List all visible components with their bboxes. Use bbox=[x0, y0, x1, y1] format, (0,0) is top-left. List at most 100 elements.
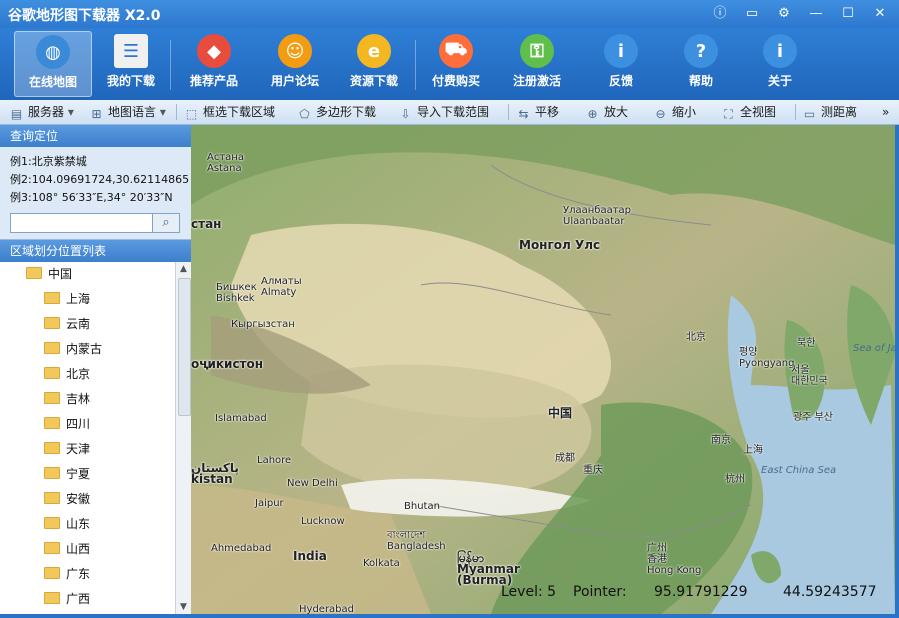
tree-scrollbar[interactable]: ▲ ▼ bbox=[175, 262, 191, 614]
main-toolbar: ◍ 在线地图 ☰ 我的下载 ◆ 推荐产品 ☺ 用户论坛 e 资源下载 ⛟ 付费购买 ⚿ 注册激活 i 反馈? 帮… bbox=[0, 28, 899, 100]
tree-item[interactable]: 安徽 bbox=[0, 487, 191, 512]
toolbar-globe-button[interactable]: ◍ 在线地图 bbox=[14, 31, 92, 97]
command-bar: ▤ 服务器 ▾ ⊞ 地图语言 ▾ ⬚ 框选下载区域 ⬠ 多边形下载 ⇩ 导入下载范围 ⇆ 平移 ⊕ 放大 ⊖… bbox=[0, 100, 899, 125]
zoom-level: Level: 5 bbox=[501, 584, 557, 600]
scroll-thumb[interactable] bbox=[178, 278, 191, 416]
folder-icon bbox=[44, 367, 60, 379]
folder-icon bbox=[44, 292, 60, 304]
tree-item[interactable]: 上海 bbox=[0, 287, 191, 312]
search-input[interactable] bbox=[11, 214, 152, 230]
box-select-icon: ⬚ bbox=[185, 107, 198, 121]
cmd-label: 测距离 bbox=[821, 105, 858, 119]
tree-item[interactable]: 四川 bbox=[0, 412, 191, 437]
search-box: ⌕ bbox=[10, 213, 180, 233]
query-panel-title: 查询定位 bbox=[0, 125, 191, 147]
settings-icon[interactable]: ⚙ bbox=[771, 4, 797, 24]
toolbar-key-button[interactable]: ⚿ 注册激活 bbox=[499, 31, 575, 95]
map-view[interactable]: Астана Astana стан Улаанбаатар Ulaanbaatar… bbox=[191, 125, 895, 614]
map-label: မြန်မာ Myanmar (Burma) bbox=[457, 551, 520, 587]
cmd-label: 多边形下载 bbox=[316, 105, 377, 119]
tree-item-label: 四川 bbox=[66, 417, 91, 431]
folder-icon bbox=[44, 567, 60, 579]
server-icon: ▤ bbox=[10, 107, 23, 121]
tree-item-label: 宁夏 bbox=[66, 467, 91, 481]
cmd-polygon-button[interactable]: ⬠ 多边形下载 bbox=[298, 103, 376, 121]
toolbar-label: 注册激活 bbox=[512, 74, 561, 88]
cmd-separator bbox=[176, 104, 177, 120]
toolbar-label: 帮助 bbox=[688, 74, 713, 88]
ie-icon: e bbox=[357, 34, 391, 68]
scroll-up-icon[interactable]: ▲ bbox=[176, 262, 191, 276]
tree-item[interactable]: 山西 bbox=[0, 537, 191, 562]
minimize-to-tray-icon[interactable]: ▭ bbox=[739, 4, 765, 24]
tree-item[interactable]: 宁夏 bbox=[0, 462, 191, 487]
tree-item[interactable]: 北京 bbox=[0, 362, 191, 387]
toolbar-label: 资源下载 bbox=[349, 74, 398, 88]
folder-icon bbox=[44, 342, 60, 354]
map-label: стан bbox=[191, 217, 222, 231]
close-icon[interactable]: ✕ bbox=[867, 4, 893, 24]
globe-icon: ◍ bbox=[36, 35, 70, 69]
minimize-icon[interactable]: — bbox=[803, 4, 829, 24]
tree-item[interactable]: 广东 bbox=[0, 562, 191, 587]
more-commands-button[interactable]: » bbox=[882, 103, 889, 121]
tree-root[interactable]: 中国 bbox=[0, 262, 191, 287]
toolbar-speech-bubble-button[interactable]: i 反馈 bbox=[583, 31, 659, 95]
toolbar-cart-button[interactable]: ⛟ 付费购买 bbox=[418, 31, 494, 95]
map-label: Алматы Almaty bbox=[261, 276, 302, 298]
tree-item[interactable]: 天津 bbox=[0, 437, 191, 462]
toolbar-cubes-button[interactable]: ◆ 推荐产品 bbox=[176, 31, 252, 95]
tree-item-label: 内蒙古 bbox=[66, 342, 103, 356]
map-label: 北京 bbox=[686, 332, 706, 343]
cart-icon: ⛟ bbox=[439, 34, 473, 68]
tree-item[interactable]: 云南 bbox=[0, 312, 191, 337]
toolbar-label: 推荐产品 bbox=[189, 74, 238, 88]
region-tree: 中国 上海云南内蒙古北京 吉林四川天津宁夏安徽 山东 山西 广东 广西 ▲ ▼ bbox=[0, 262, 191, 614]
cmd-pan-button[interactable]: ⇆ 平移 bbox=[517, 103, 559, 121]
cmd-import-button[interactable]: ⇩ 导入下载范围 bbox=[399, 103, 489, 121]
toolbar-label: 关于 bbox=[767, 74, 792, 88]
map-label: Bhutan bbox=[404, 501, 440, 512]
folder-icon bbox=[44, 517, 60, 529]
full-view-icon: ⛶ bbox=[724, 107, 733, 121]
map-label: оҷикистон bbox=[191, 357, 264, 371]
search-button[interactable]: ⌕ bbox=[152, 214, 179, 232]
toolbar-label: 用户论坛 bbox=[270, 74, 319, 88]
cmd-full-view-button[interactable]: ⛶ 全视图 bbox=[722, 103, 776, 121]
cmd-ruler-button[interactable]: ▭ 测距离 bbox=[803, 103, 857, 121]
window-buttons: ⓘ ▭ ⚙ — ☐ ✕ bbox=[707, 4, 893, 24]
tree-item[interactable]: 广西 bbox=[0, 587, 191, 612]
query-example-2: 例2:104.09691724,30.62114865 bbox=[10, 173, 190, 186]
cmd-grid-button[interactable]: ⊞ 地图语言 ▾ bbox=[90, 103, 165, 121]
toolbar-users-button[interactable]: ☺ 用户论坛 bbox=[257, 31, 333, 95]
grid-icon: ⊞ bbox=[91, 107, 102, 121]
tree-item[interactable]: 山东 bbox=[0, 512, 191, 537]
tree-item[interactable]: 内蒙古 bbox=[0, 337, 191, 362]
tree-item-label: 云南 bbox=[66, 317, 91, 331]
toolbar-label: 我的下载 bbox=[106, 74, 155, 88]
scroll-down-icon[interactable]: ▼ bbox=[176, 600, 191, 614]
info-icon[interactable]: ⓘ bbox=[707, 4, 733, 24]
map-label: 重庆 bbox=[583, 465, 603, 476]
maximize-icon[interactable]: ☐ bbox=[835, 4, 861, 24]
map-label: 杭州 bbox=[725, 474, 745, 485]
users-icon: ☺ bbox=[278, 34, 312, 68]
cmd-zoom-in-button[interactable]: ⊕ 放大 bbox=[586, 103, 628, 121]
zoom-in-icon: ⊕ bbox=[587, 107, 598, 121]
tree-item[interactable]: 吉林 bbox=[0, 387, 191, 412]
toolbar-info-button[interactable]: i 关于 bbox=[742, 31, 818, 95]
map-label: Астана Astana bbox=[207, 152, 244, 174]
map-label: 中国 bbox=[548, 406, 573, 420]
search-icon: ⌕ bbox=[162, 215, 170, 230]
toolbar-help-button[interactable]: ? 帮助 bbox=[663, 31, 739, 95]
cmd-server-button[interactable]: ▤ 服务器 ▾ bbox=[10, 103, 74, 121]
folder-icon bbox=[44, 317, 60, 329]
cmd-box-select-button[interactable]: ⬚ 框选下载区域 bbox=[185, 103, 275, 121]
toolbar-label: 反馈 bbox=[608, 74, 633, 88]
cmd-label: 放大 bbox=[604, 105, 629, 119]
cmd-zoom-out-button[interactable]: ⊖ 缩小 bbox=[654, 103, 696, 121]
toolbar-download-list-button[interactable]: ☰ 我的下载 bbox=[93, 31, 169, 95]
cmd-label: 缩小 bbox=[672, 105, 697, 119]
tree-item-label: 上海 bbox=[66, 292, 91, 306]
toolbar-ie-button[interactable]: e 资源下载 bbox=[336, 31, 412, 95]
